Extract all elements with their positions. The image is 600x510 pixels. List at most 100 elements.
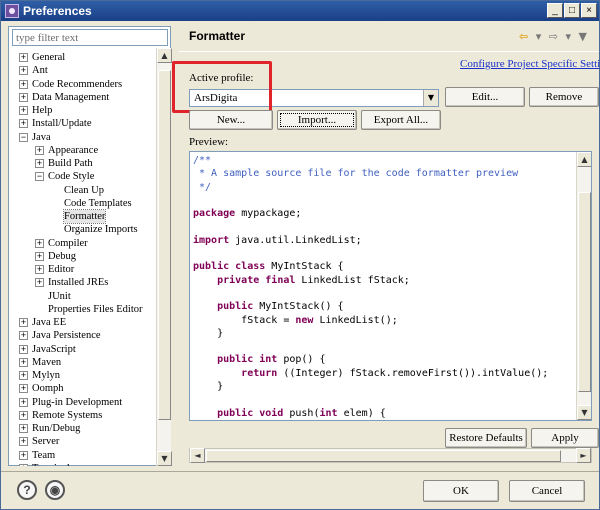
expand-icon[interactable]: + xyxy=(19,424,28,433)
tree-item[interactable]: + Ant xyxy=(9,64,155,77)
restore-defaults-button[interactable]: Restore Defaults xyxy=(445,428,527,448)
tree-item[interactable]: + Compiler xyxy=(9,237,155,250)
tree-item[interactable]: + General xyxy=(9,51,155,64)
back-arrow-icon[interactable]: ⇦ xyxy=(519,30,528,43)
tree-scrollbar[interactable]: ▲ ▼ xyxy=(156,48,172,466)
settings-record-icon[interactable]: ◉ xyxy=(45,480,65,500)
tree-item[interactable]: Code Templates xyxy=(9,197,155,210)
expand-icon[interactable]: + xyxy=(19,119,28,129)
expand-icon[interactable]: + xyxy=(19,397,28,407)
new-button[interactable]: New... xyxy=(189,110,273,130)
tree-item[interactable]: Organize Imports xyxy=(9,223,155,236)
tree-item[interactable]: + Remote Systems xyxy=(9,409,155,422)
collapse-icon[interactable]: − xyxy=(19,132,28,142)
expand-icon[interactable]: + xyxy=(35,159,44,168)
expand-icon[interactable]: + xyxy=(19,106,28,115)
tree-item[interactable]: + Oomph xyxy=(9,382,155,395)
tree-item[interactable]: + Plug-in Development xyxy=(9,396,155,409)
preview-scroll-down-icon[interactable]: ▼ xyxy=(577,405,591,420)
tree-item[interactable]: + Help xyxy=(9,104,155,117)
preview-horizontal-scrollbar[interactable]: ◄ ► xyxy=(189,448,592,463)
expand-icon[interactable]: + xyxy=(19,66,28,76)
remove-button[interactable]: Remove xyxy=(529,87,599,107)
preference-tree-panel: + General + Ant + Code Recommenders + Data Mana… xyxy=(8,26,172,466)
tree-item[interactable]: + Build Path xyxy=(9,157,155,170)
tree-item[interactable]: + Install/Update xyxy=(9,117,155,130)
tree-item[interactable]: JUnit xyxy=(9,290,155,303)
configure-project-settings-link[interactable]: Configure Project Specific Settin xyxy=(460,58,599,70)
preview-vertical-scrollbar[interactable]: ▲ ▼ xyxy=(576,152,591,420)
tree-item[interactable]: + Appearance xyxy=(9,144,155,157)
help-icon[interactable]: ? xyxy=(17,480,37,500)
tree-item[interactable]: + Java EE xyxy=(9,316,155,329)
cancel-button[interactable]: Cancel xyxy=(509,480,585,502)
tree-item[interactable]: + Installed JREs xyxy=(9,276,155,289)
tree-item[interactable]: + Java Persistence xyxy=(9,329,155,342)
scroll-down-arrow-icon[interactable]: ▼ xyxy=(157,451,172,466)
export-all-button[interactable]: Export All... xyxy=(361,110,441,130)
expand-icon[interactable]: + xyxy=(19,371,28,380)
expand-icon[interactable]: + xyxy=(19,53,28,62)
tree-item[interactable]: Clean Up xyxy=(9,184,155,197)
filter-input[interactable] xyxy=(12,29,168,46)
tree-item[interactable]: + Terminal xyxy=(9,462,155,466)
expand-icon[interactable]: + xyxy=(19,450,28,460)
tree-item[interactable]: + Team xyxy=(9,449,155,462)
back-menu-icon[interactable]: ▾ xyxy=(536,30,542,43)
tree-item[interactable]: Properties Files Editor xyxy=(9,303,155,316)
forward-arrow-icon[interactable]: ⇨ xyxy=(549,30,558,43)
tree-item[interactable]: + Run/Debug xyxy=(9,422,155,435)
edit-button[interactable]: Edit... xyxy=(445,87,525,107)
tree-item[interactable]: + JavaScript xyxy=(9,343,155,356)
preview-horizontal-thumb[interactable] xyxy=(206,450,561,462)
expand-icon[interactable]: + xyxy=(19,92,28,102)
apply-button[interactable]: Apply xyxy=(531,428,599,448)
close-button[interactable]: × xyxy=(581,3,597,18)
expand-icon[interactable]: + xyxy=(19,344,28,354)
expand-icon[interactable]: + xyxy=(19,384,28,394)
expand-icon[interactable]: + xyxy=(35,251,44,261)
dropdown-arrow-icon[interactable]: ▼ xyxy=(423,90,438,106)
tree-item[interactable]: Formatter xyxy=(9,209,155,224)
tree-item[interactable]: + Editor xyxy=(9,263,155,276)
active-profile-combo[interactable]: ArsDigita ▼ xyxy=(189,89,439,107)
active-profile-value: ArsDigita xyxy=(194,92,238,104)
expand-icon[interactable]: + xyxy=(35,238,44,248)
tree-item[interactable]: + Debug xyxy=(9,250,155,263)
tree-item[interactable]: + Code Recommenders xyxy=(9,78,155,91)
tree-item[interactable]: + Maven xyxy=(9,356,155,369)
expand-icon[interactable]: + xyxy=(35,265,44,274)
tree-item[interactable]: − Code Style xyxy=(9,170,155,183)
expand-icon[interactable]: + xyxy=(19,410,28,420)
expand-icon[interactable]: + xyxy=(35,278,44,288)
expand-icon[interactable]: + xyxy=(35,145,44,155)
title-bar[interactable]: Preferences _ □ × xyxy=(1,1,599,21)
preview-scroll-thumb[interactable] xyxy=(578,192,591,392)
forward-menu-icon[interactable]: ▾ xyxy=(566,30,572,43)
expand-icon[interactable]: + xyxy=(19,463,28,466)
expand-icon[interactable]: + xyxy=(19,357,28,367)
tree-item[interactable]: + Server xyxy=(9,435,155,448)
collapse-icon[interactable]: − xyxy=(35,172,44,182)
tree-item-label: Compiler xyxy=(48,237,88,249)
view-menu-icon[interactable]: ▼ xyxy=(579,30,587,43)
minimize-button[interactable]: _ xyxy=(547,3,563,18)
expand-icon[interactable]: + xyxy=(19,437,28,447)
expand-icon[interactable]: + xyxy=(19,331,28,341)
expand-icon[interactable]: + xyxy=(19,318,28,327)
scroll-up-arrow-icon[interactable]: ▲ xyxy=(157,48,172,63)
tree-item[interactable]: − Java xyxy=(9,131,155,144)
code-line: /** xyxy=(193,155,212,166)
import-button[interactable]: Import... xyxy=(277,110,357,130)
preview-scroll-up-icon[interactable]: ▲ xyxy=(577,152,591,167)
code-preview[interactable]: /** * A sample source file for the code … xyxy=(189,151,592,421)
preview-scroll-right-icon[interactable]: ► xyxy=(576,448,591,463)
expand-icon[interactable]: + xyxy=(19,79,28,89)
preview-scroll-left-icon[interactable]: ◄ xyxy=(190,448,205,463)
maximize-button[interactable]: □ xyxy=(564,3,580,18)
tree-item[interactable]: + Data Management xyxy=(9,91,155,104)
ok-button[interactable]: OK xyxy=(423,480,499,502)
tree-item[interactable]: + Mylyn xyxy=(9,369,155,382)
tree-scroll-thumb[interactable] xyxy=(158,70,171,420)
